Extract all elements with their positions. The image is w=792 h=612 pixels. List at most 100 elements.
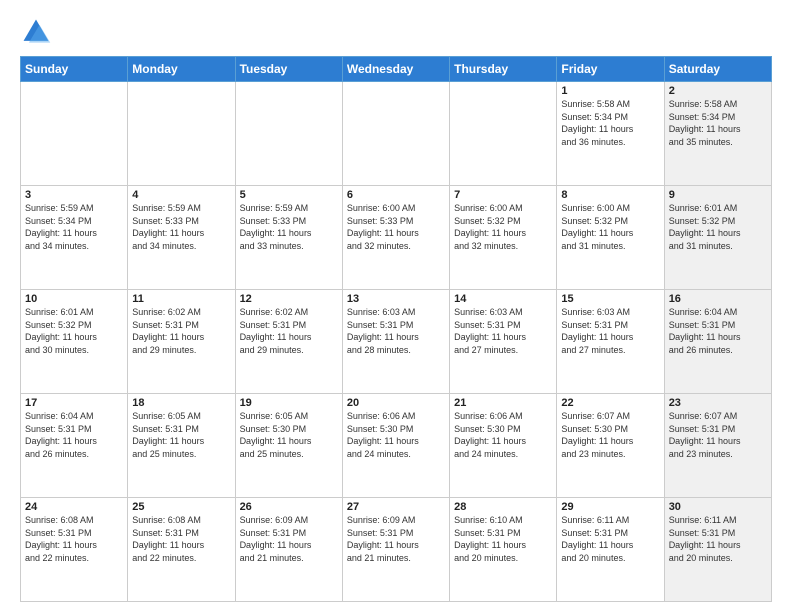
day-info: Sunrise: 6:02 AM Sunset: 5:31 PM Dayligh… (240, 306, 338, 356)
calendar-day-cell (235, 82, 342, 186)
day-info: Sunrise: 5:58 AM Sunset: 5:34 PM Dayligh… (561, 98, 659, 148)
day-info: Sunrise: 6:05 AM Sunset: 5:31 PM Dayligh… (132, 410, 230, 460)
day-number: 14 (454, 293, 552, 305)
calendar-header-row: SundayMondayTuesdayWednesdayThursdayFrid… (21, 57, 772, 82)
weekday-header: Tuesday (235, 57, 342, 82)
day-number: 12 (240, 293, 338, 305)
calendar-week-row: 1Sunrise: 5:58 AM Sunset: 5:34 PM Daylig… (21, 82, 772, 186)
calendar-week-row: 24Sunrise: 6:08 AM Sunset: 5:31 PM Dayli… (21, 498, 772, 602)
calendar-day-cell: 26Sunrise: 6:09 AM Sunset: 5:31 PM Dayli… (235, 498, 342, 602)
day-info: Sunrise: 6:05 AM Sunset: 5:30 PM Dayligh… (240, 410, 338, 460)
calendar-day-cell: 28Sunrise: 6:10 AM Sunset: 5:31 PM Dayli… (450, 498, 557, 602)
calendar-week-row: 3Sunrise: 5:59 AM Sunset: 5:34 PM Daylig… (21, 186, 772, 290)
day-number: 24 (25, 501, 123, 513)
header (20, 16, 772, 48)
weekday-header: Sunday (21, 57, 128, 82)
day-number: 6 (347, 189, 445, 201)
day-info: Sunrise: 6:04 AM Sunset: 5:31 PM Dayligh… (25, 410, 123, 460)
day-info: Sunrise: 6:09 AM Sunset: 5:31 PM Dayligh… (240, 514, 338, 564)
calendar-day-cell: 15Sunrise: 6:03 AM Sunset: 5:31 PM Dayli… (557, 290, 664, 394)
day-info: Sunrise: 6:00 AM Sunset: 5:32 PM Dayligh… (561, 202, 659, 252)
day-info: Sunrise: 6:10 AM Sunset: 5:31 PM Dayligh… (454, 514, 552, 564)
day-number: 5 (240, 189, 338, 201)
calendar-day-cell: 19Sunrise: 6:05 AM Sunset: 5:30 PM Dayli… (235, 394, 342, 498)
day-info: Sunrise: 6:08 AM Sunset: 5:31 PM Dayligh… (25, 514, 123, 564)
day-info: Sunrise: 5:59 AM Sunset: 5:34 PM Dayligh… (25, 202, 123, 252)
day-info: Sunrise: 6:07 AM Sunset: 5:30 PM Dayligh… (561, 410, 659, 460)
weekday-header: Wednesday (342, 57, 449, 82)
day-number: 25 (132, 501, 230, 513)
day-number: 8 (561, 189, 659, 201)
calendar-day-cell: 9Sunrise: 6:01 AM Sunset: 5:32 PM Daylig… (664, 186, 771, 290)
day-number: 17 (25, 397, 123, 409)
day-info: Sunrise: 6:04 AM Sunset: 5:31 PM Dayligh… (669, 306, 767, 356)
calendar-day-cell: 23Sunrise: 6:07 AM Sunset: 5:31 PM Dayli… (664, 394, 771, 498)
calendar-day-cell: 16Sunrise: 6:04 AM Sunset: 5:31 PM Dayli… (664, 290, 771, 394)
calendar-day-cell: 1Sunrise: 5:58 AM Sunset: 5:34 PM Daylig… (557, 82, 664, 186)
day-info: Sunrise: 6:01 AM Sunset: 5:32 PM Dayligh… (669, 202, 767, 252)
day-info: Sunrise: 6:00 AM Sunset: 5:32 PM Dayligh… (454, 202, 552, 252)
day-number: 19 (240, 397, 338, 409)
calendar-day-cell: 2Sunrise: 5:58 AM Sunset: 5:34 PM Daylig… (664, 82, 771, 186)
day-number: 23 (669, 397, 767, 409)
calendar-week-row: 10Sunrise: 6:01 AM Sunset: 5:32 PM Dayli… (21, 290, 772, 394)
calendar-day-cell (128, 82, 235, 186)
logo (20, 16, 56, 48)
day-number: 20 (347, 397, 445, 409)
calendar-day-cell: 5Sunrise: 5:59 AM Sunset: 5:33 PM Daylig… (235, 186, 342, 290)
weekday-header: Monday (128, 57, 235, 82)
day-number: 18 (132, 397, 230, 409)
day-number: 30 (669, 501, 767, 513)
calendar-day-cell: 29Sunrise: 6:11 AM Sunset: 5:31 PM Dayli… (557, 498, 664, 602)
calendar-day-cell: 8Sunrise: 6:00 AM Sunset: 5:32 PM Daylig… (557, 186, 664, 290)
weekday-header: Thursday (450, 57, 557, 82)
day-number: 26 (240, 501, 338, 513)
calendar-day-cell: 27Sunrise: 6:09 AM Sunset: 5:31 PM Dayli… (342, 498, 449, 602)
day-info: Sunrise: 5:59 AM Sunset: 5:33 PM Dayligh… (132, 202, 230, 252)
day-info: Sunrise: 6:07 AM Sunset: 5:31 PM Dayligh… (669, 410, 767, 460)
day-number: 16 (669, 293, 767, 305)
calendar-day-cell: 25Sunrise: 6:08 AM Sunset: 5:31 PM Dayli… (128, 498, 235, 602)
day-number: 7 (454, 189, 552, 201)
day-info: Sunrise: 6:06 AM Sunset: 5:30 PM Dayligh… (454, 410, 552, 460)
calendar-day-cell: 3Sunrise: 5:59 AM Sunset: 5:34 PM Daylig… (21, 186, 128, 290)
day-info: Sunrise: 6:06 AM Sunset: 5:30 PM Dayligh… (347, 410, 445, 460)
day-info: Sunrise: 6:08 AM Sunset: 5:31 PM Dayligh… (132, 514, 230, 564)
calendar-day-cell: 11Sunrise: 6:02 AM Sunset: 5:31 PM Dayli… (128, 290, 235, 394)
calendar-day-cell: 6Sunrise: 6:00 AM Sunset: 5:33 PM Daylig… (342, 186, 449, 290)
calendar-table: SundayMondayTuesdayWednesdayThursdayFrid… (20, 56, 772, 602)
day-info: Sunrise: 5:58 AM Sunset: 5:34 PM Dayligh… (669, 98, 767, 148)
logo-icon (20, 16, 52, 48)
day-number: 27 (347, 501, 445, 513)
calendar-day-cell: 20Sunrise: 6:06 AM Sunset: 5:30 PM Dayli… (342, 394, 449, 498)
day-number: 1 (561, 85, 659, 97)
weekday-header: Saturday (664, 57, 771, 82)
calendar-day-cell: 21Sunrise: 6:06 AM Sunset: 5:30 PM Dayli… (450, 394, 557, 498)
day-number: 21 (454, 397, 552, 409)
day-info: Sunrise: 6:02 AM Sunset: 5:31 PM Dayligh… (132, 306, 230, 356)
calendar-day-cell (21, 82, 128, 186)
calendar-day-cell: 24Sunrise: 6:08 AM Sunset: 5:31 PM Dayli… (21, 498, 128, 602)
day-info: Sunrise: 6:03 AM Sunset: 5:31 PM Dayligh… (561, 306, 659, 356)
calendar-day-cell (450, 82, 557, 186)
calendar-day-cell: 12Sunrise: 6:02 AM Sunset: 5:31 PM Dayli… (235, 290, 342, 394)
page: SundayMondayTuesdayWednesdayThursdayFrid… (0, 0, 792, 612)
calendar-day-cell: 17Sunrise: 6:04 AM Sunset: 5:31 PM Dayli… (21, 394, 128, 498)
day-number: 4 (132, 189, 230, 201)
day-info: Sunrise: 6:11 AM Sunset: 5:31 PM Dayligh… (561, 514, 659, 564)
calendar-day-cell: 7Sunrise: 6:00 AM Sunset: 5:32 PM Daylig… (450, 186, 557, 290)
calendar-day-cell: 18Sunrise: 6:05 AM Sunset: 5:31 PM Dayli… (128, 394, 235, 498)
calendar-day-cell (342, 82, 449, 186)
day-number: 13 (347, 293, 445, 305)
day-number: 22 (561, 397, 659, 409)
weekday-header: Friday (557, 57, 664, 82)
day-info: Sunrise: 6:03 AM Sunset: 5:31 PM Dayligh… (454, 306, 552, 356)
calendar-day-cell: 10Sunrise: 6:01 AM Sunset: 5:32 PM Dayli… (21, 290, 128, 394)
day-number: 9 (669, 189, 767, 201)
calendar-day-cell: 14Sunrise: 6:03 AM Sunset: 5:31 PM Dayli… (450, 290, 557, 394)
day-number: 11 (132, 293, 230, 305)
day-info: Sunrise: 6:01 AM Sunset: 5:32 PM Dayligh… (25, 306, 123, 356)
day-info: Sunrise: 6:11 AM Sunset: 5:31 PM Dayligh… (669, 514, 767, 564)
day-number: 28 (454, 501, 552, 513)
day-number: 15 (561, 293, 659, 305)
